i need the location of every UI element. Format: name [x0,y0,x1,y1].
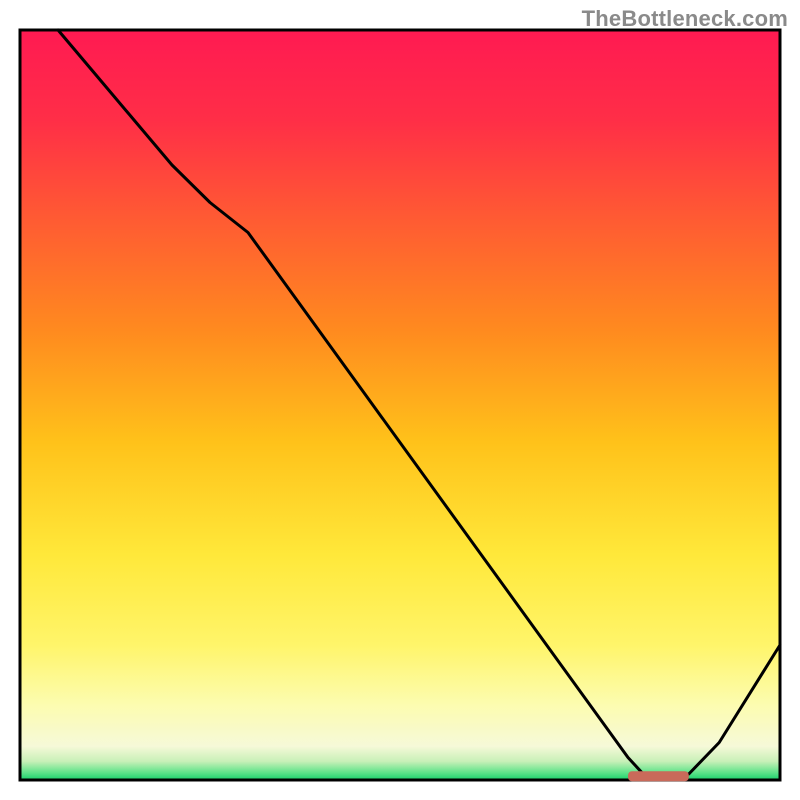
optimal-zone-marker [628,771,689,781]
watermark-label: TheBottleneck.com [582,6,788,32]
chart-container: TheBottleneck.com [0,0,800,800]
plot-area [20,30,780,781]
gradient-background [20,30,780,780]
bottleneck-chart [0,0,800,800]
